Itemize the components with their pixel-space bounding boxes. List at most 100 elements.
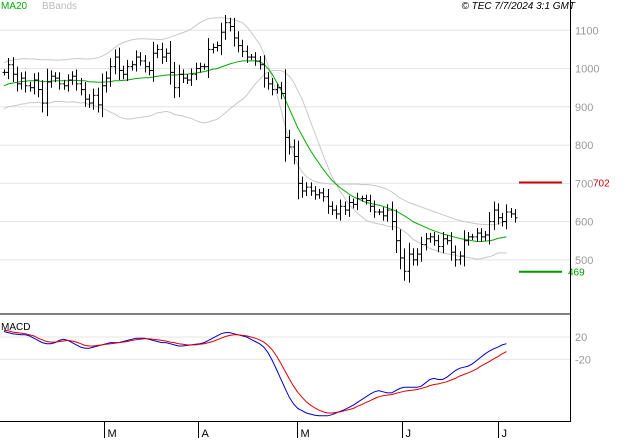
- price-bar: [11, 57, 16, 82]
- ma20-line: [3, 60, 507, 242]
- price-bar: [198, 62, 203, 73]
- price-bar: [436, 234, 441, 253]
- price-bar: [462, 230, 467, 267]
- price-bar: [355, 192, 360, 211]
- price-bar: [172, 61, 177, 99]
- price-bar: [160, 42, 165, 64]
- price-bar: [206, 38, 211, 78]
- price-bars: [2, 15, 518, 283]
- price-bar: [304, 182, 309, 196]
- price-tick-label: 700: [575, 178, 593, 190]
- price-bar: [377, 208, 382, 216]
- frames: [0, 0, 571, 422]
- price-bar: [121, 65, 126, 80]
- price-bar: [245, 45, 250, 63]
- price-bar: [87, 94, 92, 108]
- price-bar: [240, 39, 245, 58]
- price-bar: [108, 58, 113, 87]
- price-bar: [411, 248, 416, 266]
- price-bar: [428, 232, 433, 243]
- price-bar: [236, 31, 241, 53]
- price-axis-ticks: 1100 1000 900 800 700 600 500: [575, 25, 599, 267]
- price-tick-label: 1000: [575, 64, 599, 76]
- price-bar: [15, 66, 20, 92]
- price-bar: [466, 231, 471, 246]
- price-tick-label: 600: [575, 217, 593, 229]
- price-tick-label: 1100: [575, 25, 599, 37]
- price-bar: [402, 248, 407, 281]
- macd-lines: [3, 329, 507, 417]
- price-tick-label: 900: [575, 102, 593, 114]
- price-bar: [49, 70, 54, 88]
- price-bar: [279, 81, 284, 100]
- price-bar: [194, 62, 199, 81]
- price-bar: [164, 48, 169, 62]
- price-bar: [100, 73, 105, 118]
- price-bar: [398, 229, 403, 270]
- price-bar: [28, 81, 33, 92]
- price-bar: [326, 189, 331, 214]
- price-levels: 702469: [519, 179, 610, 279]
- price-bar: [45, 68, 50, 117]
- price-bar: [381, 207, 386, 221]
- price-bar: [138, 52, 143, 66]
- price-bar: [309, 182, 314, 196]
- price-bar: [509, 208, 514, 218]
- price-bar: [125, 59, 130, 82]
- price-bar: [143, 55, 148, 73]
- stock-chart: 702469 1100 1000 900 800 700 600 500 20 -20 M A M…: [0, 0, 610, 440]
- price-bar: [270, 78, 275, 96]
- price-bar: [96, 87, 101, 113]
- macd-tick-label: 20: [575, 332, 587, 344]
- price-panel: 702469 1100 1000 900 800 700 600 500: [0, 15, 610, 283]
- price-bar: [185, 74, 190, 85]
- price-bar: [215, 41, 220, 52]
- price-bar: [317, 188, 322, 199]
- price-bar: [249, 54, 254, 61]
- price-bar: [32, 73, 37, 95]
- price-tick-label: 500: [575, 255, 593, 267]
- macd-tick-label: -20: [575, 354, 591, 366]
- bb-upper-line: [3, 17, 507, 226]
- price-bar: [283, 69, 288, 162]
- price-bar: [487, 212, 492, 245]
- legend-ma20: MA20: [1, 1, 28, 12]
- price-bar: [351, 198, 356, 209]
- price-bar: [407, 242, 412, 283]
- price-bar: [313, 186, 318, 200]
- price-bar: [475, 228, 480, 242]
- price-bar: [445, 234, 450, 245]
- price-bar: [504, 204, 509, 230]
- price-bar: [23, 71, 28, 93]
- price-bar: [287, 129, 292, 155]
- price-bar: [390, 201, 395, 231]
- price-bar: [334, 205, 339, 219]
- price-bar: [181, 69, 186, 84]
- price-bar: [155, 44, 160, 59]
- price-bar: [470, 233, 475, 240]
- x-tick-label: A: [202, 428, 210, 440]
- x-tick-label: J: [502, 428, 508, 440]
- price-bar: [372, 200, 377, 218]
- price-bar: [513, 209, 518, 223]
- price-bar: [296, 140, 301, 200]
- macd-axis-ticks: 20 -20: [575, 332, 591, 366]
- macd-panel: 20 -20: [0, 329, 591, 417]
- price-bar: [483, 230, 488, 241]
- price-bar: [419, 236, 424, 262]
- price-bar: [300, 176, 305, 198]
- price-bar: [321, 187, 326, 202]
- price-bar: [500, 212, 505, 227]
- price-bar: [492, 201, 497, 231]
- price-bar: [168, 41, 173, 85]
- x-axis: MAMJJ: [104, 422, 508, 440]
- price-bar: [40, 80, 45, 113]
- price-bar: [117, 47, 122, 80]
- signal-line: [3, 329, 507, 414]
- price-tick-label: 800: [575, 140, 593, 152]
- price-bar: [432, 231, 437, 246]
- price-bar: [62, 79, 67, 90]
- price-bar: [2, 69, 7, 76]
- price-bar: [232, 17, 237, 47]
- copyright-text: © TEC 7/7/2024 3:1 GMT: [461, 1, 575, 12]
